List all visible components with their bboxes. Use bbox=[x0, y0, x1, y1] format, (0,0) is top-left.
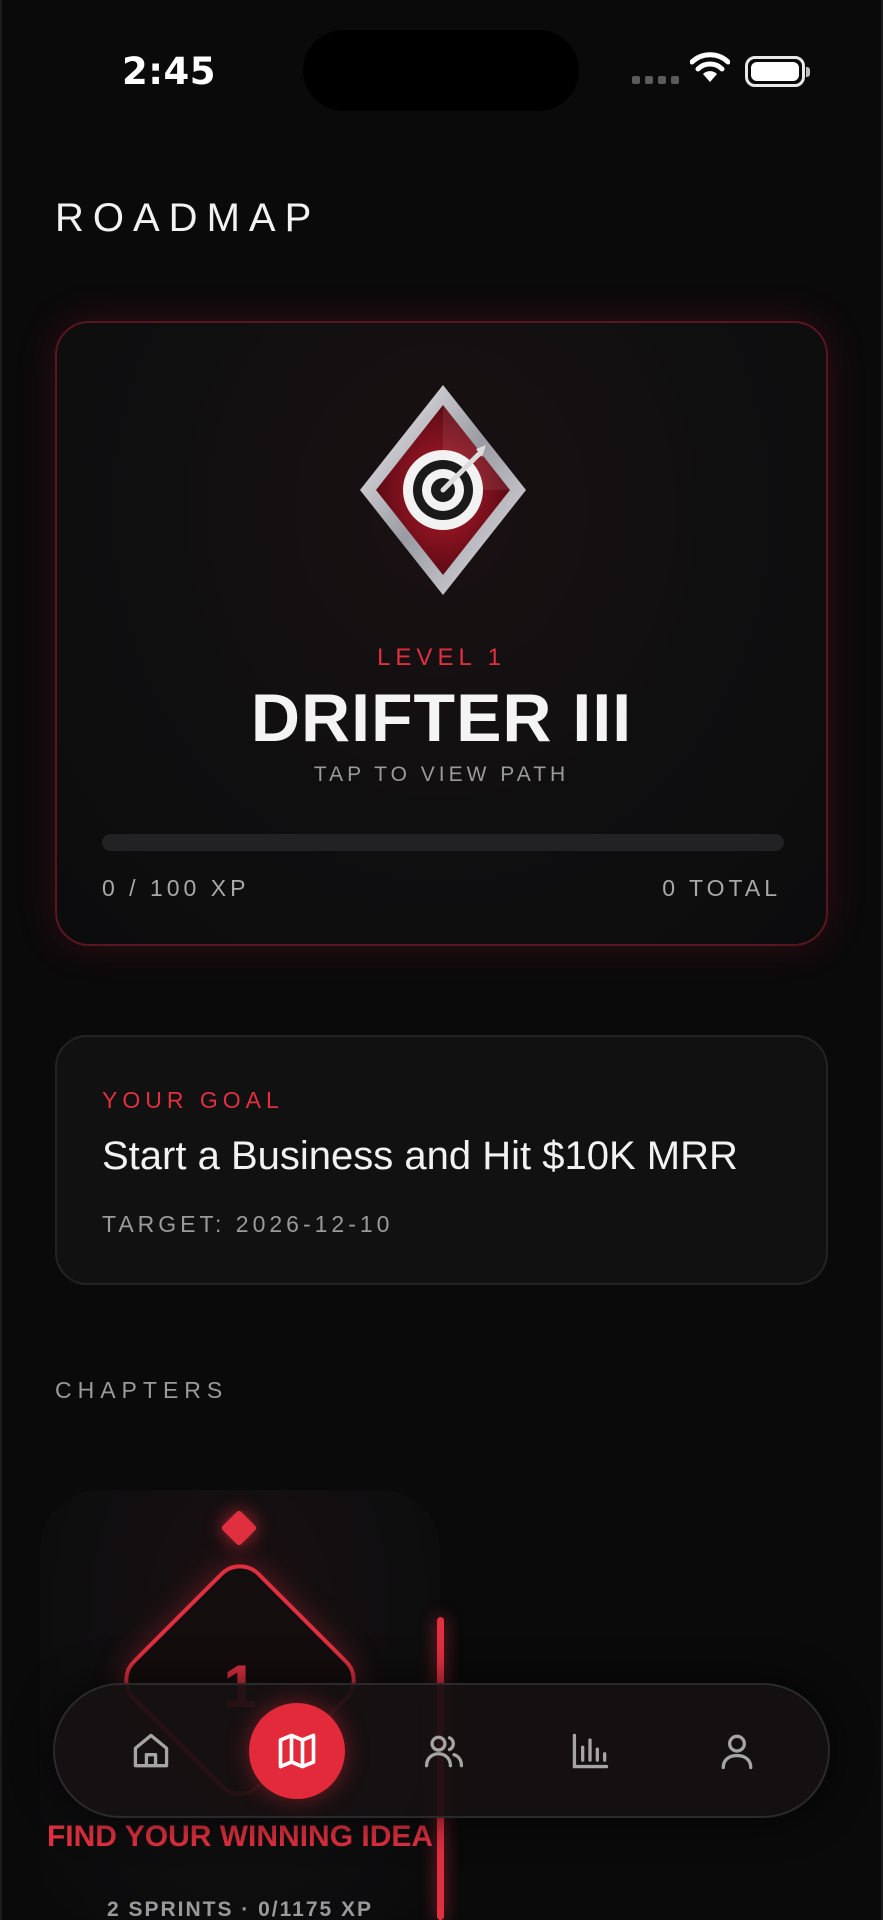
chapter-meta: 2 SPRINTS · 0/1175 XP bbox=[106, 1898, 374, 1920]
nav-stats[interactable] bbox=[542, 1703, 638, 1799]
nav-profile[interactable] bbox=[689, 1703, 785, 1799]
dynamic-island bbox=[303, 30, 579, 111]
bottom-nav bbox=[53, 1683, 830, 1818]
nav-home[interactable] bbox=[103, 1703, 199, 1799]
level-label: LEVEL 1 bbox=[377, 644, 506, 671]
battery-icon bbox=[745, 56, 810, 87]
goal-text: Start a Business and Hit $10K MRR bbox=[102, 1134, 738, 1178]
cellular-signal-icon bbox=[632, 76, 679, 84]
bar-chart-icon bbox=[572, 1733, 609, 1769]
target-badge-icon bbox=[360, 385, 526, 595]
goal-label: YOUR GOAL bbox=[102, 1087, 284, 1113]
goal-card[interactable]: YOUR GOAL Start a Business and Hit $10K … bbox=[55, 1035, 828, 1285]
chapter-title[interactable]: FIND YOUR WINNING IDEA bbox=[40, 1818, 440, 1855]
nav-roadmap[interactable] bbox=[249, 1703, 345, 1799]
home-icon bbox=[133, 1733, 169, 1768]
chapters-section-label: CHAPTERS bbox=[55, 1377, 229, 1403]
page-title: ROADMAP bbox=[55, 196, 321, 240]
users-icon bbox=[424, 1735, 464, 1768]
xp-progress-bar bbox=[102, 834, 784, 851]
rank-card[interactable]: LEVEL 1 DRIFTER III TAP TO VIEW PATH 0 /… bbox=[55, 321, 828, 946]
xp-total: 0 TOTAL bbox=[662, 875, 781, 901]
view-path-hint: TAP TO VIEW PATH bbox=[313, 763, 570, 786]
profile-icon bbox=[721, 1734, 753, 1770]
nav-community[interactable] bbox=[396, 1703, 492, 1799]
status-time: 2:45 bbox=[122, 50, 217, 93]
xp-current: 0 / 100 XP bbox=[102, 875, 250, 901]
rank-name: DRIFTER III bbox=[250, 680, 633, 756]
wifi-icon bbox=[690, 52, 730, 82]
map-icon bbox=[278, 1733, 316, 1769]
goal-target-date: TARGET: 2026-12-10 bbox=[102, 1211, 394, 1237]
